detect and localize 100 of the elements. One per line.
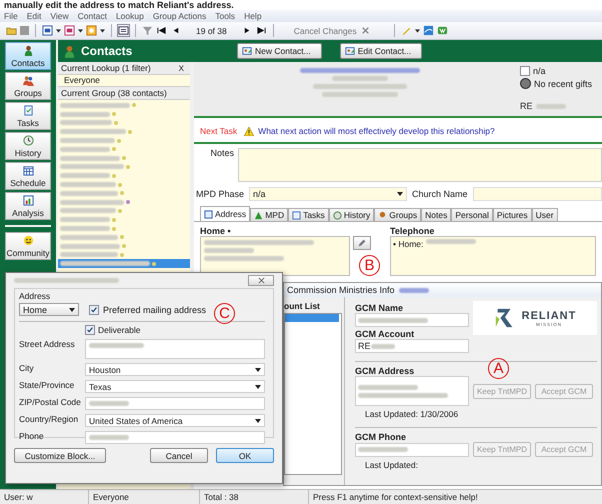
edit-button[interactable]: [353, 236, 371, 250]
stop-icon[interactable]: [20, 26, 29, 35]
field-label: Phone: [19, 431, 45, 441]
caret-icon[interactable]: [56, 28, 61, 32]
menu-item[interactable]: Help: [244, 11, 262, 21]
annotation-marker: B: [359, 255, 380, 276]
menu-item[interactable]: Tools: [215, 11, 236, 21]
nav-button[interactable]: Analysis: [5, 192, 51, 220]
blurred-text: [398, 288, 429, 292]
caret-icon: [255, 418, 261, 422]
caret-icon: [255, 368, 261, 372]
field-label: Country/Region: [19, 414, 80, 424]
notes-label: Notes: [209, 148, 234, 160]
account-field: RE: [355, 339, 469, 353]
nav-button[interactable]: History: [5, 132, 51, 160]
status-bar-field: Everyone: [89, 490, 200, 504]
first-record-icon[interactable]: [156, 25, 167, 36]
pencil-icon: [357, 238, 367, 248]
mpd-phase-dropdown[interactable]: n/a: [249, 187, 408, 201]
blurred-text-field[interactable]: [85, 397, 265, 410]
group-title: Current Group (38 contacts): [58, 87, 190, 100]
logo-icon[interactable]: [436, 25, 448, 36]
nav-button[interactable]: Community: [5, 232, 51, 260]
last-record-icon[interactable]: [256, 25, 267, 36]
group-label: Address: [19, 291, 52, 301]
address-type-dropdown[interactable]: Home: [19, 303, 79, 316]
contact-card-icon: [242, 46, 252, 56]
checkbox-label: Deliverable: [98, 325, 141, 335]
status-bar-field: Press F1 anytime for context-sensitive help!: [309, 490, 602, 504]
tab[interactable]: User: [532, 208, 558, 221]
tab[interactable]: Address: [200, 206, 250, 221]
lookup-value[interactable]: Everyone: [58, 75, 190, 87]
annotation-marker: C: [214, 303, 235, 324]
phone-label: • Home:: [393, 239, 424, 249]
task-prompt-link[interactable]: What next action will most effectively develop this relationship?: [258, 126, 495, 136]
dialog-button[interactable]: Customize Block...: [14, 448, 106, 463]
menu-item[interactable]: Group Actions: [152, 11, 206, 21]
close-button[interactable]: X: [176, 64, 187, 72]
field-label: ZIP/Postal Code: [19, 397, 82, 407]
menu-item[interactable]: Edit: [26, 11, 42, 21]
caret-icon[interactable]: [100, 28, 105, 32]
blurred-text-field[interactable]: [85, 431, 265, 444]
blurred-text-field[interactable]: [85, 339, 265, 359]
folder-icon[interactable]: [6, 25, 17, 36]
nav-button[interactable]: Tasks: [5, 102, 51, 130]
gift-status: No recent gifts: [534, 78, 592, 88]
record-counter: 19 of 38: [195, 26, 228, 36]
tab[interactable]: MPD: [250, 208, 288, 221]
church-name-dropdown[interactable]: [472, 187, 602, 201]
person-icon: [22, 44, 34, 56]
caret-icon: [69, 308, 75, 312]
dialog-button[interactable]: Cancel: [150, 448, 208, 463]
cancel-changes-button[interactable]: Cancel Changes: [280, 26, 357, 36]
tab[interactable]: Personal: [451, 208, 493, 221]
caret-icon[interactable]: [414, 28, 420, 32]
caption-text: manually edit the address to match Reliant's address.: [3, 0, 235, 10]
nav-button[interactable]: Contacts: [5, 42, 51, 70]
menu-item[interactable]: View: [50, 11, 69, 21]
nav-button[interactable]: Groups: [5, 72, 51, 100]
caret-icon[interactable]: [78, 28, 83, 32]
menu-item[interactable]: Lookup: [116, 11, 144, 21]
document-icon[interactable]: [42, 25, 53, 36]
nav-button[interactable]: Schedule: [5, 162, 51, 190]
tab[interactable]: Groups: [374, 208, 422, 221]
tab[interactable]: Notes: [421, 208, 452, 221]
triangle-icon: [254, 210, 264, 220]
tab[interactable]: Pictures: [492, 208, 532, 221]
dialog-button[interactable]: OK: [216, 448, 274, 463]
selected-list-item[interactable]: [285, 314, 339, 322]
document-icon[interactable]: [86, 25, 97, 36]
close-icon[interactable]: [360, 25, 371, 36]
blurred-text: [536, 104, 566, 108]
dropdown[interactable]: Texas: [85, 380, 265, 393]
person-icon: [64, 44, 75, 58]
checkbox[interactable]: [85, 325, 95, 335]
field-label: City: [19, 363, 35, 373]
toolbar-button[interactable]: Edit Contact...: [340, 43, 422, 59]
checkbox[interactable]: [89, 304, 99, 314]
field-label: GCM Address: [355, 366, 414, 376]
list-icon[interactable]: [118, 25, 129, 36]
document-icon[interactable]: [64, 25, 75, 36]
wave-icon[interactable]: [422, 25, 434, 36]
toolbar-button[interactable]: New Contact...: [237, 43, 322, 59]
lookup-title: Current Lookup (1 filter): [61, 63, 151, 73]
checkbox[interactable]: [520, 66, 530, 76]
menu-item[interactable]: File: [4, 11, 18, 21]
contact-row[interactable]: [58, 259, 190, 268]
tab[interactable]: History: [328, 208, 374, 221]
warning-icon: [244, 126, 254, 136]
close-button[interactable]: [248, 275, 274, 286]
caret-icon: [255, 384, 261, 388]
notes-field[interactable]: [238, 148, 602, 182]
contact-card-icon: [344, 46, 355, 56]
menu-item[interactable]: Contact: [78, 11, 107, 21]
chart-icon: [22, 194, 34, 206]
field-label: GCM Account: [355, 329, 414, 339]
dropdown[interactable]: Houston: [85, 363, 265, 376]
tab[interactable]: Tasks: [288, 208, 329, 221]
field-label: Street Address: [19, 339, 76, 349]
dropdown[interactable]: United States of America: [85, 414, 265, 427]
